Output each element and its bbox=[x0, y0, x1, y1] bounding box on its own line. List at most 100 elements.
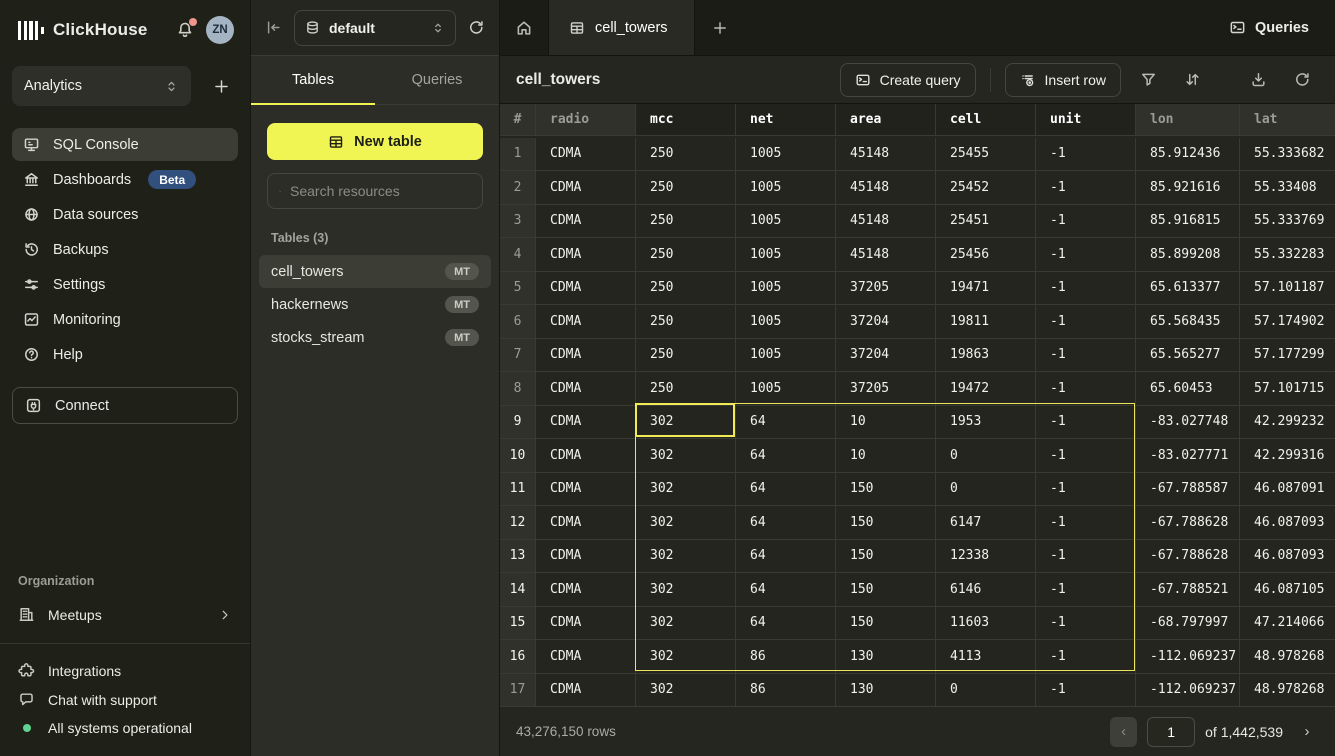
table-cell[interactable]: CDMA bbox=[536, 205, 636, 239]
table-cell[interactable]: 19811 bbox=[936, 305, 1036, 339]
table-cell[interactable]: 85.899208 bbox=[1136, 238, 1240, 272]
table-cell[interactable]: 150 bbox=[836, 540, 936, 574]
table-cell[interactable]: 37205 bbox=[836, 272, 936, 306]
row-number[interactable]: 14 bbox=[500, 573, 536, 607]
table-cell[interactable]: 1953 bbox=[936, 406, 1036, 440]
row-number[interactable]: 15 bbox=[500, 607, 536, 641]
column-header-lat[interactable]: lat bbox=[1240, 104, 1335, 136]
table-cell[interactable]: -1 bbox=[1036, 406, 1136, 440]
table-cell[interactable]: 86 bbox=[736, 640, 836, 674]
table-cell[interactable]: -1 bbox=[1036, 138, 1136, 172]
table-cell[interactable]: -83.027771 bbox=[1136, 439, 1240, 473]
row-number[interactable]: 10 bbox=[500, 439, 536, 473]
table-cell[interactable]: 10 bbox=[836, 439, 936, 473]
table-cell[interactable]: 302 bbox=[636, 473, 736, 507]
table-cell[interactable]: -1 bbox=[1036, 506, 1136, 540]
table-cell[interactable]: 48.978268 bbox=[1240, 674, 1335, 707]
table-cell[interactable]: 19471 bbox=[936, 272, 1036, 306]
table-cell[interactable]: 64 bbox=[736, 406, 836, 440]
table-cell[interactable]: 57.177299 bbox=[1240, 339, 1335, 373]
table-cell[interactable]: -1 bbox=[1036, 439, 1136, 473]
prev-page-button[interactable]: ‹ bbox=[1110, 717, 1137, 747]
connect-button[interactable]: Connect bbox=[12, 387, 238, 424]
row-number[interactable]: 1 bbox=[500, 138, 536, 172]
table-cell[interactable]: 46.087093 bbox=[1240, 540, 1335, 574]
table-cell[interactable]: 48.978268 bbox=[1240, 640, 1335, 674]
row-number[interactable]: 17 bbox=[500, 674, 536, 707]
table-cell[interactable]: 150 bbox=[836, 506, 936, 540]
table-cell[interactable]: 65.565277 bbox=[1136, 339, 1240, 373]
table-cell[interactable]: 57.174902 bbox=[1240, 305, 1335, 339]
table-cell[interactable]: 0 bbox=[936, 674, 1036, 707]
table-cell[interactable]: 64 bbox=[736, 607, 836, 641]
row-number[interactable]: 16 bbox=[500, 640, 536, 674]
table-cell[interactable]: CDMA bbox=[536, 372, 636, 406]
table-cell[interactable]: -67.788521 bbox=[1136, 573, 1240, 607]
table-cell[interactable]: 47.214066 bbox=[1240, 607, 1335, 641]
row-number[interactable]: 11 bbox=[500, 473, 536, 507]
sidebar-item-data-sources[interactable]: Data sources bbox=[12, 198, 238, 231]
table-cell[interactable]: -112.069237 bbox=[1136, 640, 1240, 674]
table-cell[interactable]: CDMA bbox=[536, 506, 636, 540]
table-cell[interactable]: 25456 bbox=[936, 238, 1036, 272]
column-header-area[interactable]: area bbox=[836, 104, 936, 136]
sidebar-item-settings[interactable]: Settings bbox=[12, 268, 238, 301]
table-cell[interactable]: 4113 bbox=[936, 640, 1036, 674]
table-cell[interactable]: 25455 bbox=[936, 138, 1036, 172]
refresh-resources-button[interactable] bbox=[468, 19, 485, 36]
table-cell[interactable]: 42.299316 bbox=[1240, 439, 1335, 473]
table-cell[interactable]: 1005 bbox=[736, 305, 836, 339]
filter-button[interactable] bbox=[1131, 63, 1165, 97]
table-cell[interactable]: 64 bbox=[736, 573, 836, 607]
table-cell[interactable]: -1 bbox=[1036, 238, 1136, 272]
column-header-num[interactable]: # bbox=[500, 104, 536, 136]
table-cell[interactable]: 55.333769 bbox=[1240, 205, 1335, 239]
table-cell[interactable]: -67.788628 bbox=[1136, 506, 1240, 540]
table-cell[interactable]: -112.069237 bbox=[1136, 674, 1240, 707]
sidebar-item-dashboards[interactable]: Dashboards Beta bbox=[12, 163, 238, 196]
table-cell[interactable]: 1005 bbox=[736, 205, 836, 239]
next-page-button[interactable]: › bbox=[1295, 717, 1319, 747]
refresh-table-button[interactable] bbox=[1285, 63, 1319, 97]
table-cell[interactable]: CDMA bbox=[536, 171, 636, 205]
table-cell[interactable]: 1005 bbox=[736, 238, 836, 272]
table-cell[interactable]: CDMA bbox=[536, 439, 636, 473]
table-cell[interactable]: -1 bbox=[1036, 640, 1136, 674]
table-cell[interactable]: -1 bbox=[1036, 372, 1136, 406]
row-number[interactable]: 13 bbox=[500, 540, 536, 574]
table-cell[interactable]: -67.788587 bbox=[1136, 473, 1240, 507]
table-cell[interactable]: CDMA bbox=[536, 138, 636, 172]
table-cell[interactable]: 25452 bbox=[936, 171, 1036, 205]
table-cell[interactable]: 45148 bbox=[836, 171, 936, 205]
tab-queries[interactable]: Queries bbox=[375, 56, 499, 105]
table-cell[interactable]: -67.788628 bbox=[1136, 540, 1240, 574]
row-number[interactable]: 5 bbox=[500, 272, 536, 306]
table-cell[interactable]: 57.101187 bbox=[1240, 272, 1335, 306]
table-cell[interactable]: -1 bbox=[1036, 305, 1136, 339]
table-cell[interactable]: 1005 bbox=[736, 272, 836, 306]
notifications-button[interactable] bbox=[176, 21, 194, 39]
add-workspace-button[interactable] bbox=[205, 74, 238, 99]
table-cell[interactable]: 45148 bbox=[836, 138, 936, 172]
table-cell[interactable]: 55.332283 bbox=[1240, 238, 1335, 272]
tab-tables[interactable]: Tables bbox=[251, 56, 375, 105]
table-cell[interactable]: 150 bbox=[836, 473, 936, 507]
table-cell[interactable]: 64 bbox=[736, 540, 836, 574]
table-cell[interactable]: 302 bbox=[636, 640, 736, 674]
table-list-item-cell-towers[interactable]: cell_towers MT bbox=[259, 255, 491, 288]
table-cell[interactable]: 12338 bbox=[936, 540, 1036, 574]
table-cell[interactable]: CDMA bbox=[536, 607, 636, 641]
table-cell[interactable]: 250 bbox=[636, 238, 736, 272]
table-cell[interactable]: 86 bbox=[736, 674, 836, 707]
table-cell[interactable]: 65.613377 bbox=[1136, 272, 1240, 306]
queries-button[interactable]: Queries bbox=[1229, 19, 1309, 36]
table-cell[interactable]: 55.333682 bbox=[1240, 138, 1335, 172]
sidebar-item-chat-support[interactable]: Chat with support bbox=[12, 685, 238, 714]
table-cell[interactable]: -1 bbox=[1036, 171, 1136, 205]
search-input[interactable] bbox=[290, 183, 471, 199]
table-cell[interactable]: 10 bbox=[836, 406, 936, 440]
table-cell[interactable]: -1 bbox=[1036, 540, 1136, 574]
sidebar-item-backups[interactable]: Backups bbox=[12, 233, 238, 266]
table-cell[interactable]: 250 bbox=[636, 372, 736, 406]
table-cell[interactable]: 6147 bbox=[936, 506, 1036, 540]
